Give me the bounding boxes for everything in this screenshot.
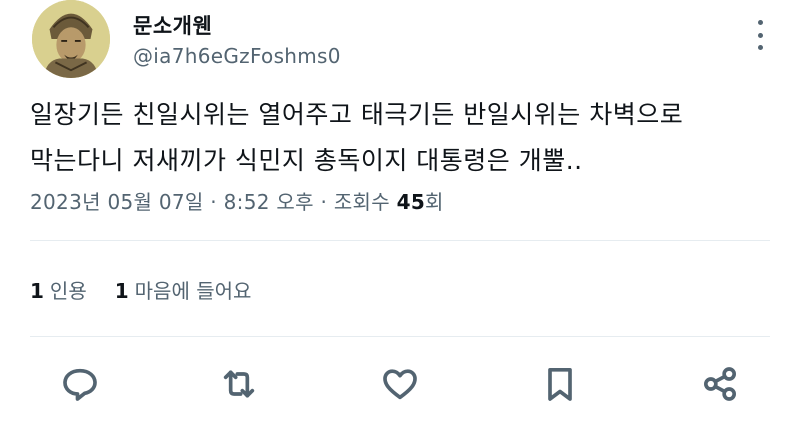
divider [30, 336, 770, 337]
more-dot [757, 20, 763, 25]
like-button[interactable] [378, 362, 422, 406]
tweet-line: 막는다니 저새끼가 식민지 총독이지 대통령은 개뿔.. [30, 146, 583, 175]
divider [30, 240, 770, 241]
action-bar [0, 362, 800, 406]
avatar[interactable] [32, 0, 110, 78]
bookmark-button[interactable] [538, 362, 582, 406]
views-count: 45 [396, 190, 426, 214]
warrior-portrait-avatar [32, 0, 110, 78]
more-dot [757, 32, 763, 38]
meta-separator: · [320, 190, 328, 214]
more-dot [757, 45, 763, 50]
views-label: 조회수 [333, 190, 390, 214]
reply-icon [63, 368, 97, 401]
tweet-text: 일장기든 친일시위는 열어주고 태극기든 반일시위는 차벽으로 막는다니 저새끼… [30, 92, 770, 184]
retweet-button[interactable] [217, 362, 261, 406]
quotes-count: 1 [30, 279, 44, 303]
author-display-name[interactable]: 문소개웬 [133, 10, 212, 40]
bookmark-icon [548, 368, 572, 401]
quotes-stat[interactable]: 1 인용 [30, 275, 87, 304]
engagement-stats: 1 인용 1 마음에 들어요 [30, 275, 251, 304]
retweet-icon [223, 370, 255, 398]
tweet-meta: 2023년 05월 07일 · 8:52 오후 · 조회수 45회 [30, 186, 444, 215]
more-vertical-icon[interactable] [750, 20, 770, 50]
views-suffix: 회 [425, 190, 444, 214]
meta-separator: · [210, 190, 217, 214]
author-handle[interactable]: @ia7h6eGzFoshms0 [133, 44, 341, 68]
tweet-date[interactable]: 2023년 05월 07일 [30, 190, 204, 214]
share-button[interactable] [698, 362, 742, 406]
heart-icon [383, 369, 417, 400]
tweet-line: 일장기든 친일시위는 열어주고 태극기든 반일시위는 차벽으로 [30, 100, 684, 129]
likes-count: 1 [114, 279, 129, 303]
likes-stat[interactable]: 1 마음에 들어요 [115, 275, 252, 304]
tweet-time[interactable]: 8:52 오후 [224, 190, 314, 214]
likes-label: 마음에 들어요 [134, 279, 252, 303]
quotes-label: 인용 [49, 279, 87, 303]
reply-button[interactable] [58, 362, 102, 406]
share-icon [704, 367, 736, 401]
